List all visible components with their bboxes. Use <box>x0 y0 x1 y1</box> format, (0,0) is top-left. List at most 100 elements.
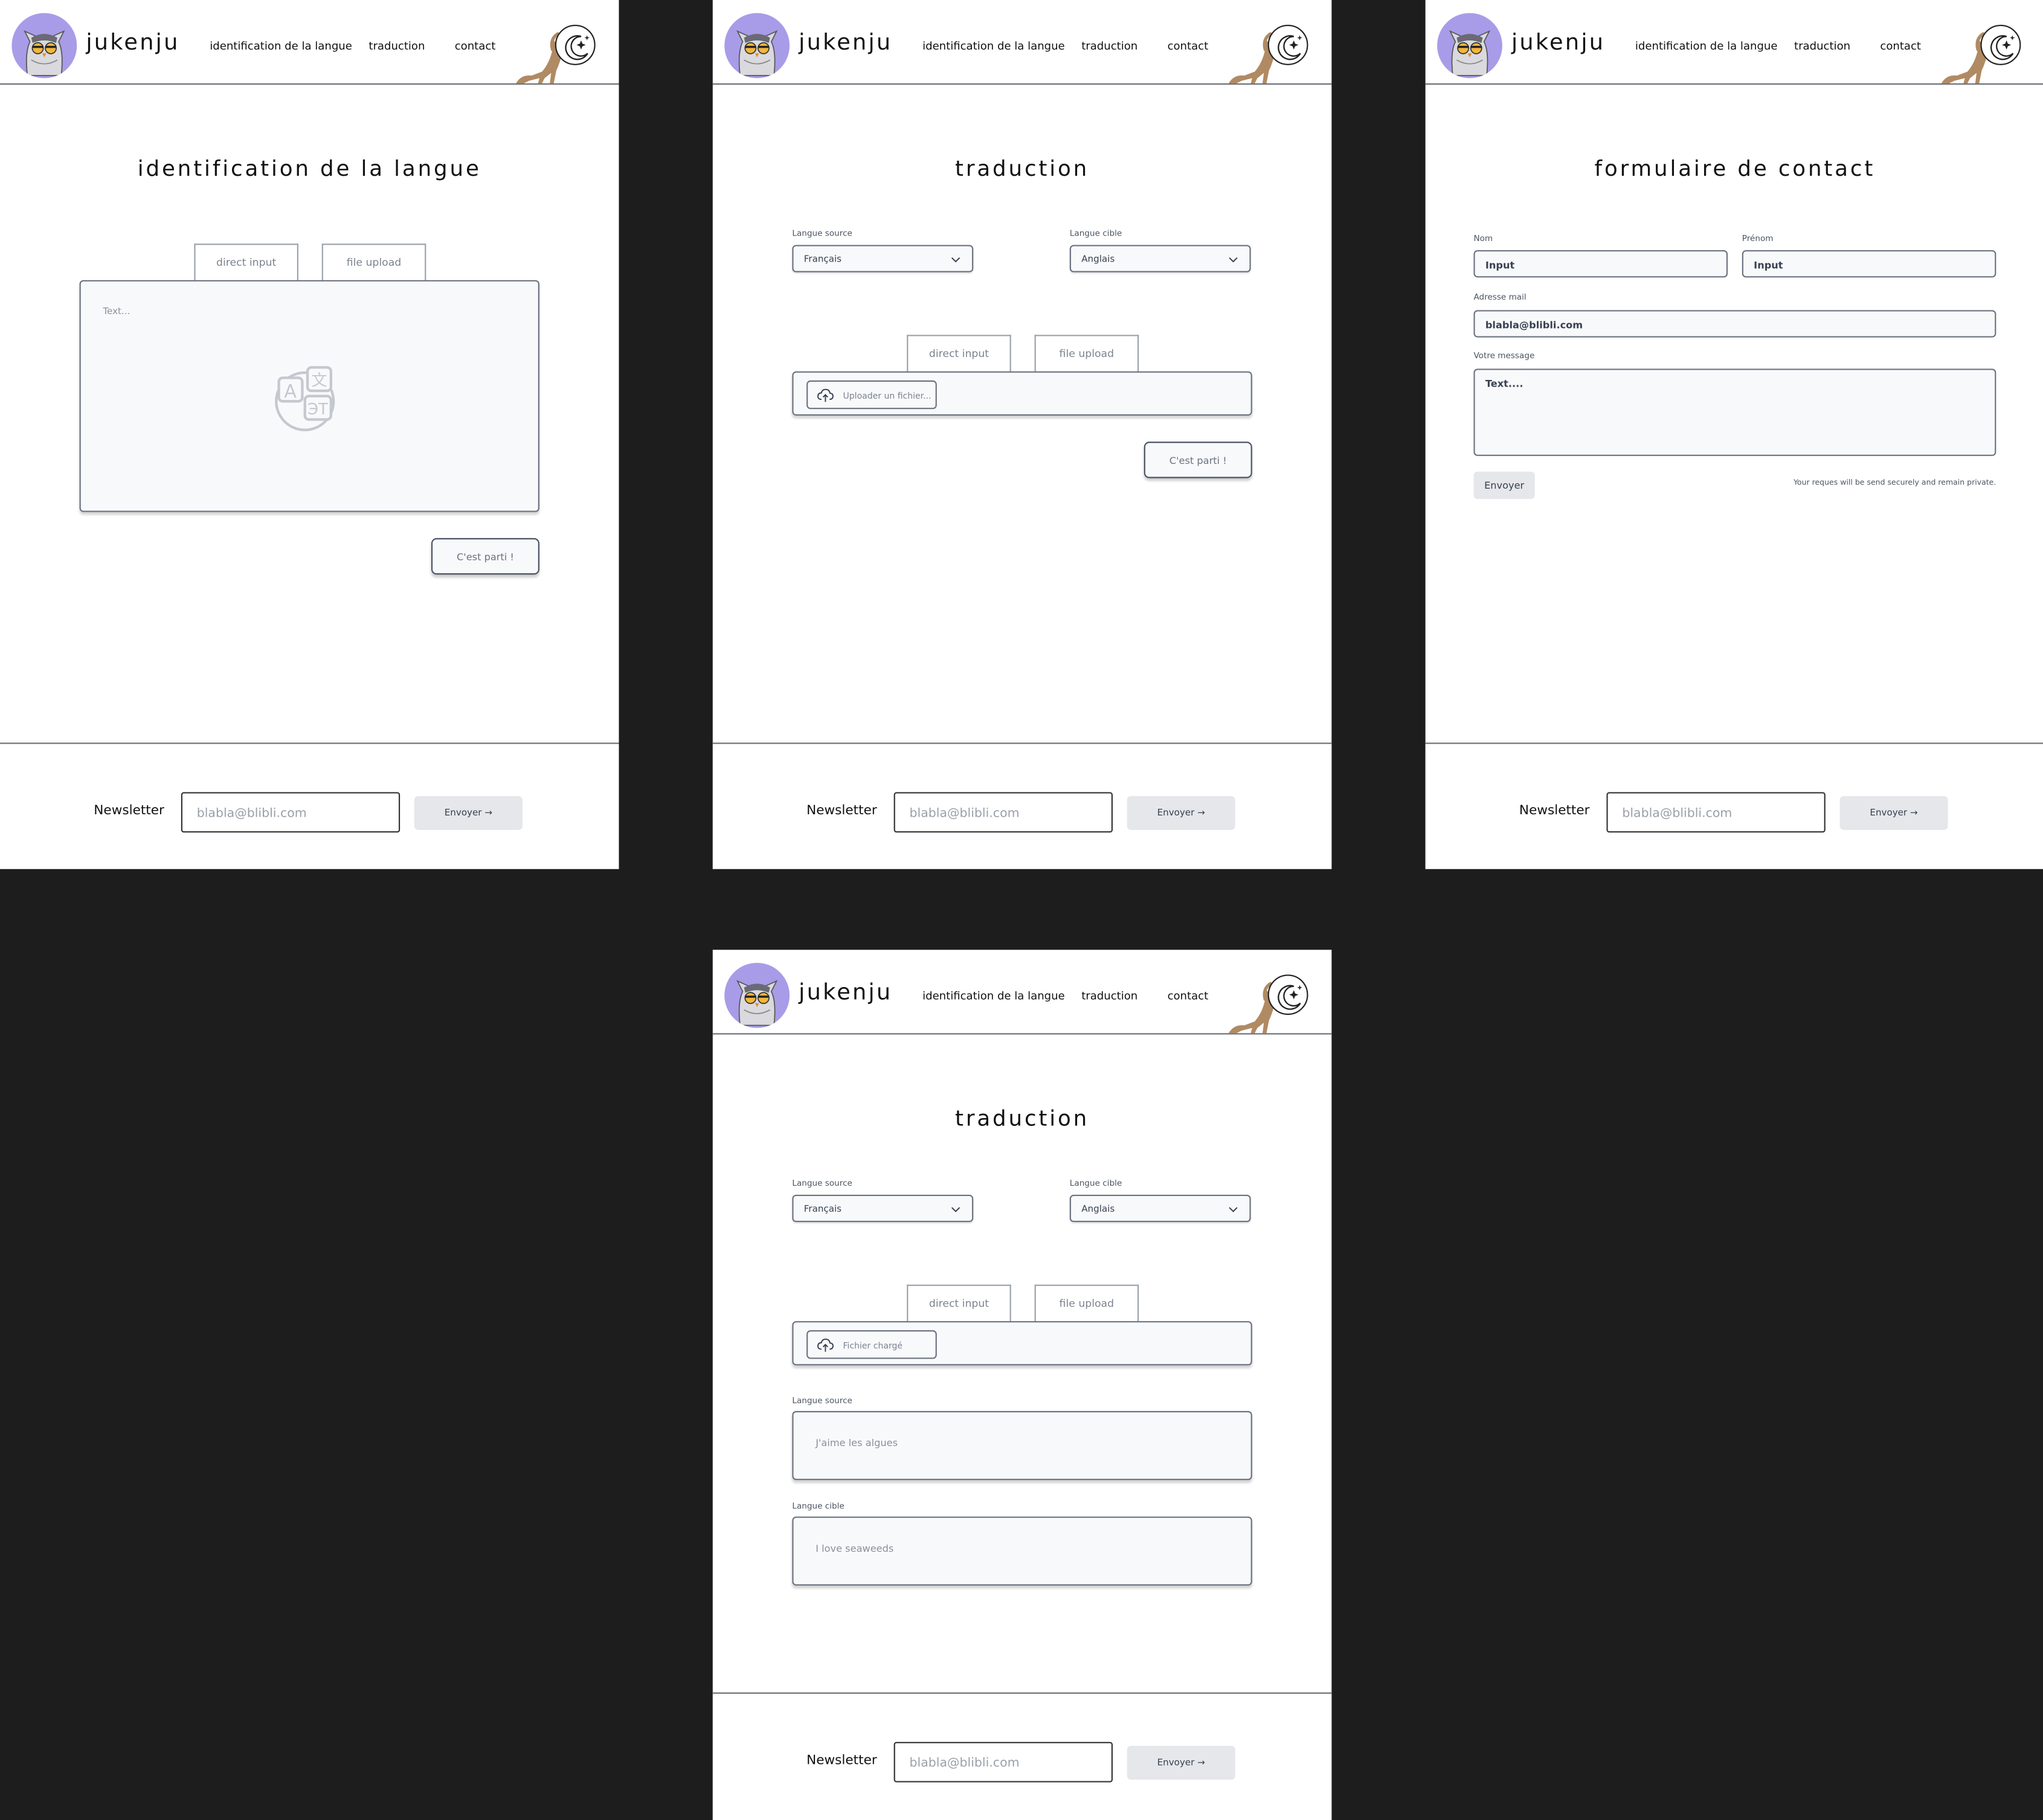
nav-contact[interactable]: contact <box>1880 39 1921 53</box>
upload-panel: Fichier chargé <box>792 1321 1252 1366</box>
translation-page: jukenju identification de la langue trad… <box>712 0 1332 869</box>
nav-contact[interactable]: contact <box>455 39 496 53</box>
prenom-label: Prénom <box>1742 234 1774 244</box>
svg-text:文: 文 <box>311 371 327 390</box>
privacy-note: Your reques will be send securely and re… <box>1793 479 1996 487</box>
footer: Newsletter blabla@blibli.com Envoyer → <box>0 742 619 869</box>
upload-label: Fichier chargé <box>843 1340 903 1351</box>
owl-logo[interactable] <box>11 13 77 79</box>
send-label: Envoyer <box>444 808 482 818</box>
source-language-select[interactable]: Français <box>792 1194 974 1223</box>
message-value: Text.... <box>1485 378 1523 390</box>
svg-text:ЭТ: ЭТ <box>307 400 328 419</box>
header: jukenju identification de la langue trad… <box>0 0 619 85</box>
newsletter-placeholder: blabla@blibli.com <box>1622 806 1733 821</box>
target-language-select[interactable]: Anglais <box>1069 1194 1251 1223</box>
newsletter-send-button[interactable]: Envoyer → <box>1127 1746 1235 1780</box>
newsletter-email-input[interactable]: blabla@blibli.com <box>893 792 1113 833</box>
email-label: Adresse mail <box>1473 293 1527 303</box>
page-title: traduction <box>955 156 1090 181</box>
header: jukenju identification de la langue trad… <box>1425 0 2043 85</box>
nav-contact[interactable]: contact <box>1168 989 1209 1002</box>
arrow-right-icon: → <box>484 808 493 818</box>
newsletter-label: Newsletter <box>806 803 877 818</box>
nav-traduction[interactable]: traduction <box>1081 989 1137 1002</box>
nom-label: Nom <box>1473 234 1493 244</box>
cloud-upload-icon <box>817 388 834 402</box>
tab-file-upload[interactable]: file upload <box>321 243 426 281</box>
chevron-down-icon <box>951 257 960 263</box>
moon-icon <box>1278 35 1302 60</box>
brand-name[interactable]: jukenju <box>1511 30 1605 56</box>
arrow-right-icon: → <box>1197 808 1205 818</box>
nav-identification[interactable]: identification de la langue <box>1635 39 1778 53</box>
identification-page: jukenju identification de la langue trad… <box>0 0 619 869</box>
submit-button[interactable]: C'est parti ! <box>431 538 539 575</box>
newsletter-email-input[interactable]: blabla@blibli.com <box>181 792 401 833</box>
upload-label: Uploader un fichier... <box>843 391 931 402</box>
nav-traduction[interactable]: traduction <box>368 39 425 53</box>
dark-mode-toggle[interactable] <box>555 24 596 65</box>
upload-file-button[interactable]: Uploader un fichier... <box>806 380 937 410</box>
brand-name[interactable]: jukenju <box>799 980 892 1006</box>
tab-file-upload[interactable]: file upload <box>1034 335 1139 373</box>
upload-file-button[interactable]: Fichier chargé <box>806 1330 937 1359</box>
dark-mode-toggle[interactable] <box>1267 24 1308 65</box>
upload-panel: Uploader un fichier... <box>792 371 1252 416</box>
nom-input[interactable]: Input <box>1473 250 1728 278</box>
page-title: formulaire de contact <box>1594 156 1876 181</box>
tab-file-upload[interactable]: file upload <box>1034 1284 1139 1323</box>
result-target-text: I love seaweeds <box>816 1542 894 1555</box>
nav-traduction[interactable]: traduction <box>1081 39 1137 53</box>
nav-traduction[interactable]: traduction <box>1794 39 1850 53</box>
newsletter-send-button[interactable]: Envoyer → <box>1839 796 1948 830</box>
newsletter-email-input[interactable]: blabla@blibli.com <box>893 1741 1113 1783</box>
source-language-value: Français <box>803 254 842 265</box>
send-label: Envoyer <box>1870 808 1908 818</box>
cloud-upload-icon <box>817 1339 834 1352</box>
header: jukenju identification de la langue trad… <box>712 950 1332 1035</box>
newsletter-send-button[interactable]: Envoyer → <box>1127 796 1235 830</box>
newsletter-send-button[interactable]: Envoyer → <box>414 796 523 830</box>
contact-send-button[interactable]: Envoyer <box>1473 471 1535 500</box>
tab-direct-input[interactable]: direct input <box>907 1284 1011 1323</box>
nav-contact[interactable]: contact <box>1168 39 1209 53</box>
chevron-down-icon <box>951 1207 960 1212</box>
chevron-down-icon <box>1229 257 1238 263</box>
text-placeholder: Text... <box>103 306 130 317</box>
chevron-down-icon <box>1229 1207 1238 1212</box>
footer: Newsletter blabla@blibli.com Envoyer → <box>1425 742 2043 869</box>
prenom-input[interactable]: Input <box>1742 250 1996 278</box>
newsletter-placeholder: blabla@blibli.com <box>196 806 307 821</box>
message-textarea[interactable]: Text.... <box>1473 368 1996 456</box>
nav-identification[interactable]: identification de la langue <box>922 39 1065 53</box>
arrow-right-icon: → <box>1197 1757 1205 1768</box>
nav-identification[interactable]: identification de la langue <box>922 989 1065 1002</box>
newsletter-email-input[interactable]: blabla@blibli.com <box>1606 792 1826 833</box>
newsletter-placeholder: blabla@blibli.com <box>909 806 1020 821</box>
submit-button[interactable]: C'est parti ! <box>1144 442 1252 478</box>
footer: Newsletter blabla@blibli.com Envoyer → <box>712 742 1332 869</box>
send-label: Envoyer <box>1157 1757 1195 1768</box>
text-input-area[interactable]: Text... A 文 ЭТ <box>79 280 539 512</box>
tab-direct-input[interactable]: direct input <box>907 335 1011 373</box>
dark-mode-toggle[interactable] <box>1980 24 2021 65</box>
moon-icon <box>1278 985 1302 1010</box>
owl-logo[interactable] <box>724 962 790 1028</box>
contact-page: jukenju identification de la langue trad… <box>1425 0 2043 869</box>
source-language-select[interactable]: Français <box>792 245 974 272</box>
brand-name[interactable]: jukenju <box>86 30 179 56</box>
result-target-label: Langue cible <box>792 1502 845 1511</box>
brand-name[interactable]: jukenju <box>799 30 892 56</box>
email-input[interactable]: blabla@blibli.com <box>1473 310 1996 338</box>
nav-identification[interactable]: identification de la langue <box>210 39 352 53</box>
send-label: Envoyer <box>1157 808 1195 818</box>
target-language-select[interactable]: Anglais <box>1069 245 1251 272</box>
owl-logo[interactable] <box>724 13 790 79</box>
tab-direct-input[interactable]: direct input <box>194 243 298 281</box>
dark-mode-toggle[interactable] <box>1267 974 1308 1015</box>
newsletter-placeholder: blabla@blibli.com <box>909 1756 1020 1771</box>
owl-logo[interactable] <box>1437 13 1502 79</box>
email-value: blabla@blibli.com <box>1485 319 1583 331</box>
result-source-label: Langue source <box>792 1397 852 1406</box>
